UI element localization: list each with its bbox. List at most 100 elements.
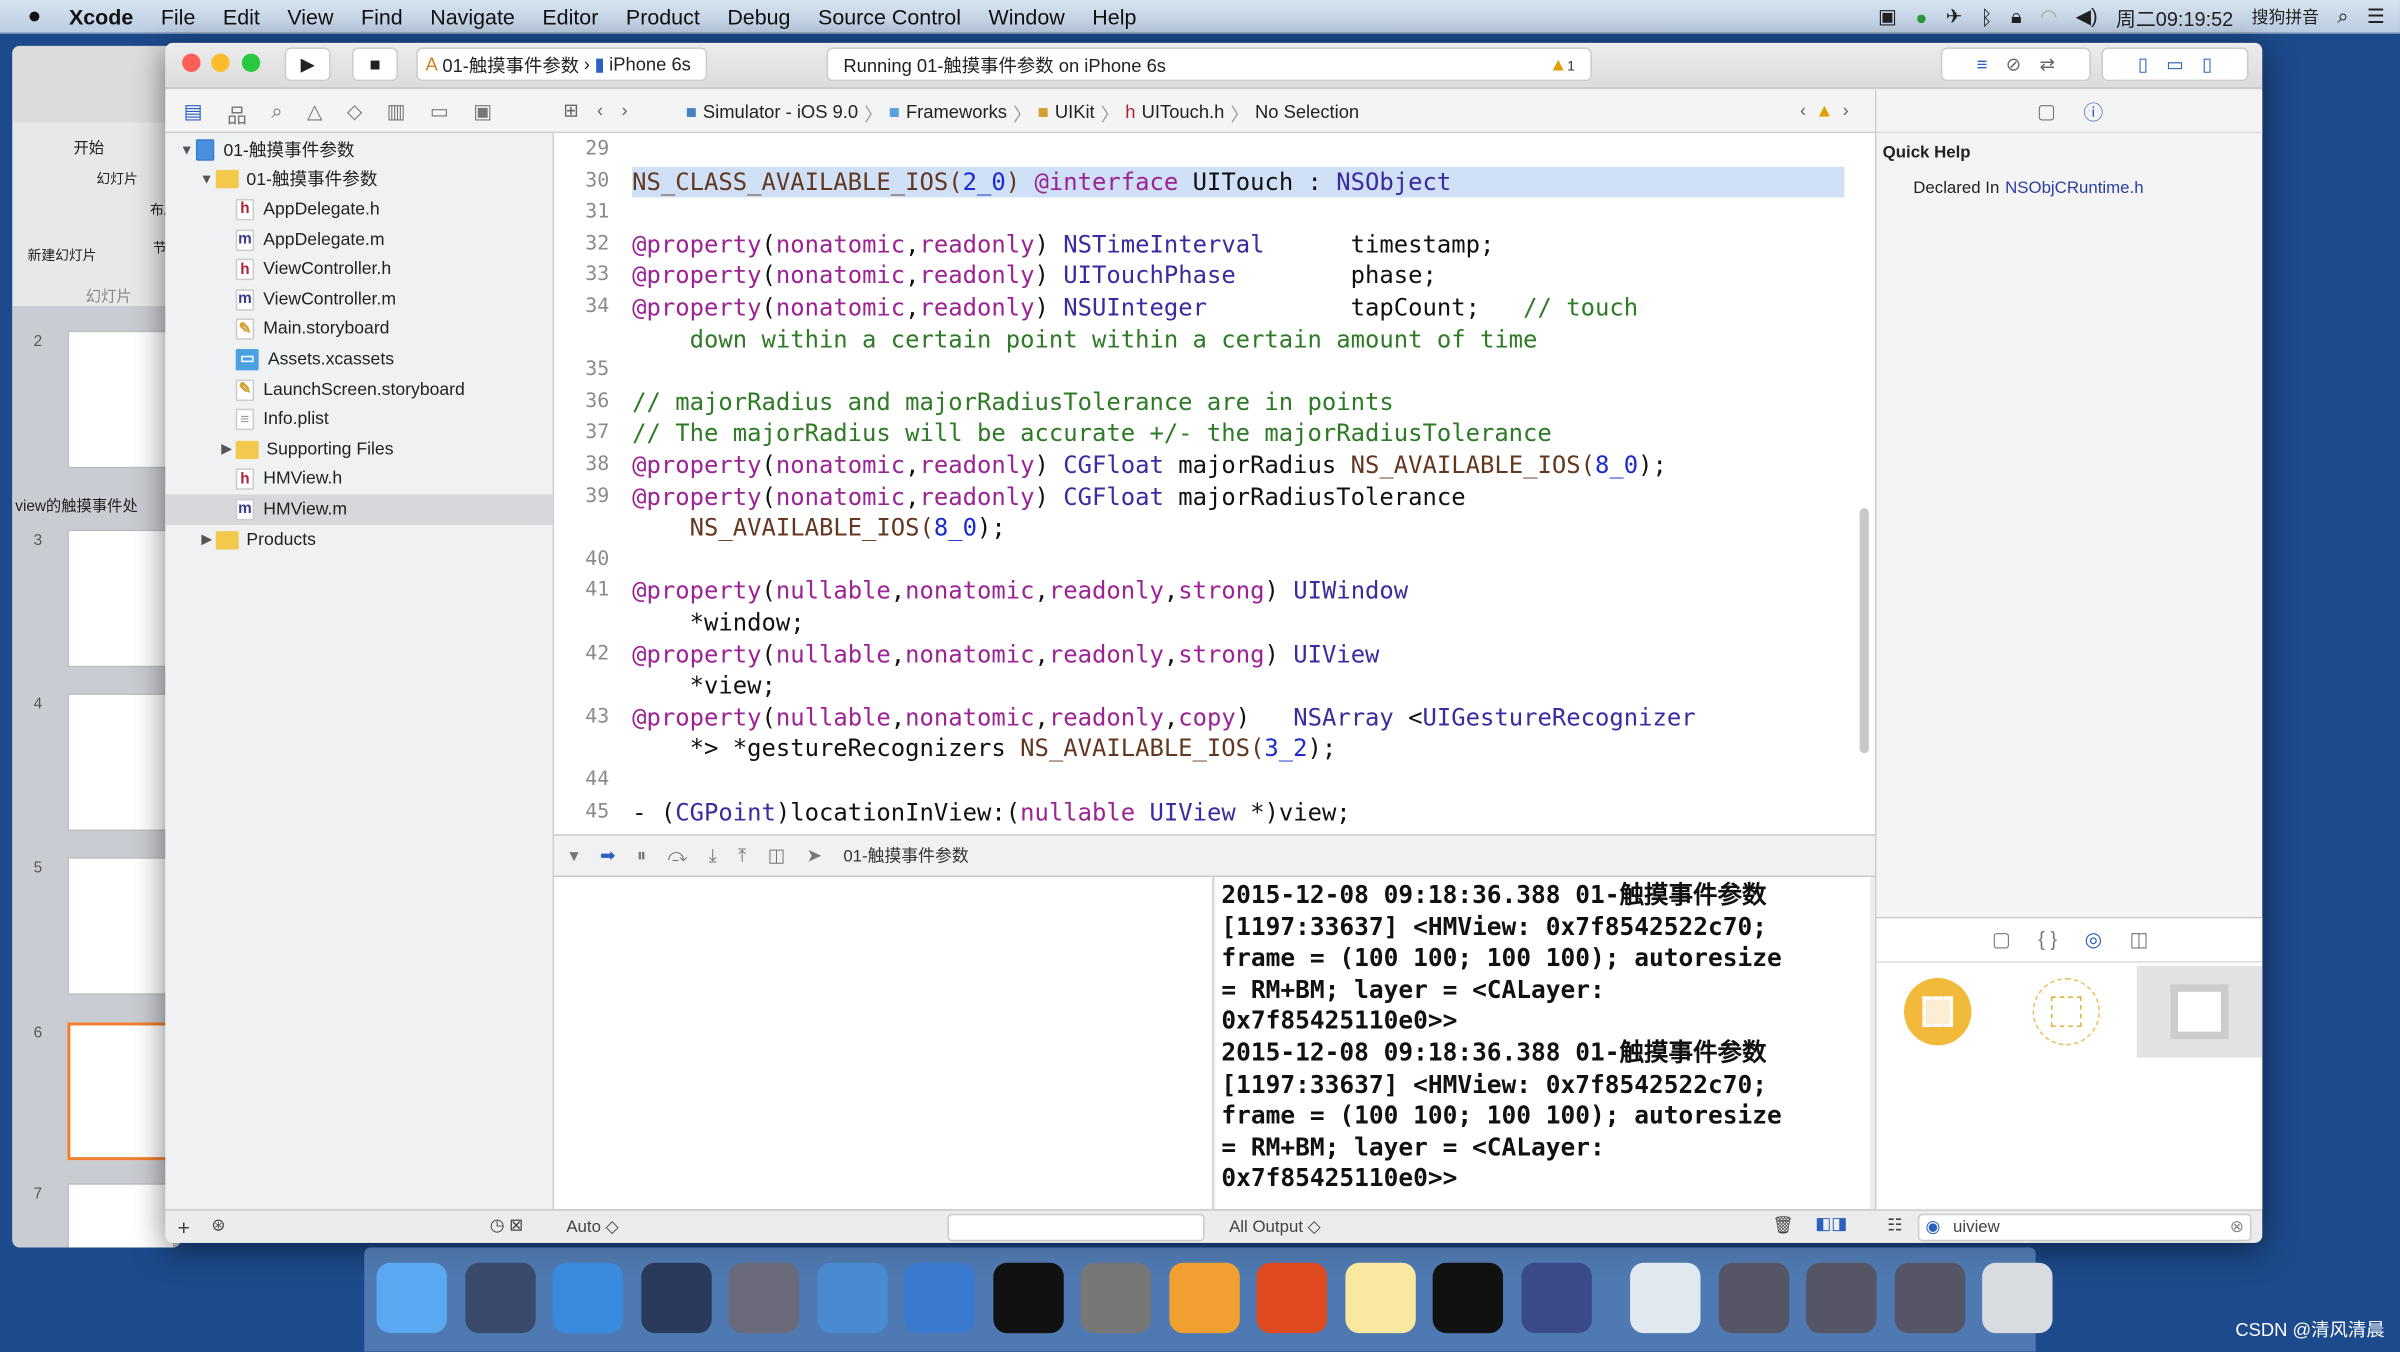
navigator-item[interactable]: m HMView.m <box>165 494 553 525</box>
declared-in-link[interactable]: NSObjCRuntime.h <box>2005 179 2143 197</box>
code-line[interactable]: 41 @property(nullable,nonatomic,readonly,… <box>554 576 1875 639</box>
variables-view[interactable] <box>554 877 1214 1210</box>
code-line[interactable]: 32 @property(nonatomic,readonly) NSTimeIn… <box>554 229 1875 261</box>
zoom-button[interactable] <box>241 53 261 72</box>
variables-scope-select[interactable]: Auto ◇ <box>566 1217 618 1236</box>
code-line[interactable]: 38 @property(nonatomic,readonly) CGFloat … <box>554 450 1875 482</box>
stop-button[interactable]: ■ <box>352 47 398 82</box>
object-library-icon[interactable]: ◎ <box>2085 927 2102 951</box>
menu-debug[interactable]: Debug <box>714 4 805 28</box>
location-icon[interactable]: ➤ <box>806 845 821 866</box>
launchpad-icon[interactable] <box>464 1262 535 1334</box>
breadcrumb-item[interactable]: Frameworks <box>906 101 1007 127</box>
code-line[interactable]: 33 @property(nonatomic,readonly) UITouchP… <box>554 261 1875 293</box>
menu-navigate[interactable]: Navigate <box>416 4 528 28</box>
next-issue-icon[interactable]: › <box>1843 99 1849 120</box>
issue-navigator-icon[interactable]: △ <box>307 99 322 128</box>
code-line[interactable]: 40 <box>554 545 1875 577</box>
airplane-icon[interactable]: ✈ <box>1946 5 1963 29</box>
file-template-library-icon[interactable]: ▢ <box>1992 927 2011 951</box>
debug-navigator-icon[interactable]: ▥ <box>387 99 406 128</box>
ppt-slides-tab[interactable]: 幻灯片 <box>86 283 132 306</box>
hide-debug-area-icon[interactable]: ▾ <box>569 845 578 866</box>
ppt-new-slide[interactable]: 新建幻灯片 <box>28 245 97 265</box>
previous-issue-icon[interactable]: ‹ <box>1800 99 1806 120</box>
minimize-button[interactable] <box>211 53 230 72</box>
imovie-icon[interactable] <box>728 1262 799 1334</box>
notification-center-icon[interactable]: ☰ <box>2367 5 2385 29</box>
code-line[interactable]: 37 // The majorRadius will be accurate +/… <box>554 418 1875 450</box>
report-navigator-icon[interactable]: ▣ <box>473 99 492 128</box>
disclosure-open-icon[interactable]: ▼ <box>197 172 215 187</box>
warning-icon[interactable]: ▲ <box>1815 99 1833 120</box>
forward-icon[interactable]: › <box>622 99 628 120</box>
navigator-item[interactable]: ▼ 01-触摸事件参数 <box>165 165 552 195</box>
console-output-select[interactable]: All Output ◇ <box>1229 1217 1321 1236</box>
console-icon[interactable] <box>1432 1262 1504 1334</box>
quick-help-icon[interactable]: ⓘ <box>2083 96 2103 125</box>
slide-thumbnail[interactable] <box>67 693 175 832</box>
code-line[interactable]: 36 // majorRadius and majorRadiusToleranc… <box>554 387 1875 419</box>
variables-filter-input[interactable] <box>947 1213 1205 1242</box>
step-over-icon[interactable]: ⤼ <box>668 844 688 867</box>
screen3-icon[interactable] <box>1894 1262 1965 1334</box>
filter-icon[interactable]: ⊛ <box>211 1215 225 1235</box>
breadcrumb-item[interactable]: UIKit <box>1055 101 1095 127</box>
menu-editor[interactable]: Editor <box>529 4 613 28</box>
navigator-item[interactable]: m ViewController.m <box>165 285 552 315</box>
code-line[interactable]: 39 @property(nonatomic,readonly) CGFloat … <box>554 482 1875 545</box>
instruments-icon[interactable] <box>904 1262 975 1334</box>
split-console-icon[interactable]: ◧◨ <box>1815 1214 1847 1233</box>
slide-thumbnail[interactable] <box>67 1022 175 1161</box>
object-icon[interactable] <box>2032 978 2100 1046</box>
menu-view[interactable]: View <box>274 4 348 28</box>
media-library-icon[interactable]: ◫ <box>2130 927 2149 951</box>
apple-menu-icon[interactable]: ● <box>0 3 55 29</box>
navigator-item[interactable]: ▶ Supporting Files <box>165 435 552 465</box>
code-line[interactable]: 35 <box>554 355 1875 387</box>
view-debugger-icon[interactable]: ◫ <box>768 845 785 866</box>
screen1-icon[interactable] <box>1718 1262 1789 1334</box>
slide-thumbnail[interactable] <box>67 330 175 469</box>
warning-icon[interactable]: ▲1 <box>1549 54 1575 75</box>
ppt-tab-home[interactable]: 开始 <box>73 135 104 158</box>
view-controller-object-icon[interactable] <box>1904 978 1972 1046</box>
menu-edit[interactable]: Edit <box>209 4 273 28</box>
pause-icon[interactable]: ⏸︎ <box>637 844 646 867</box>
screen2-icon[interactable] <box>1806 1262 1877 1334</box>
breakpoints-toggle-icon[interactable]: ➡ <box>600 845 615 866</box>
slide-thumbnail[interactable] <box>67 529 175 668</box>
menu-file[interactable]: File <box>147 4 209 28</box>
navigator-item[interactable]: ▭ Assets.xcassets <box>165 345 552 375</box>
code-line[interactable]: 30 NS_CLASS_AVAILABLE_IOS(2_0) @interface… <box>554 166 1875 198</box>
powerpoint-icon[interactable] <box>1256 1262 1328 1334</box>
breadcrumb-item[interactable]: Simulator - iOS 9.0 <box>703 101 858 127</box>
preview-icon[interactable] <box>1630 1262 1701 1334</box>
menu-find[interactable]: Find <box>347 4 416 28</box>
back-icon[interactable]: ‹ <box>597 99 603 120</box>
code-line[interactable]: 42 @property(nullable,nonatomic,readonly,… <box>554 639 1875 702</box>
close-button[interactable] <box>182 53 201 72</box>
slide-thumbnail[interactable] <box>67 1183 175 1248</box>
menu-source-control[interactable]: Source Control <box>804 4 974 28</box>
navigator-item[interactable]: h HMView.h <box>165 465 552 495</box>
utilities-toggle-icon[interactable]: ▯ <box>2202 54 2212 75</box>
ppt-section-name[interactable]: view的触摸事件处 <box>15 493 137 516</box>
menu-product[interactable]: Product <box>612 4 713 28</box>
menu-help[interactable]: Help <box>1079 4 1151 28</box>
bluetooth-icon[interactable]: ᛒ <box>1981 5 1993 28</box>
spotlight-icon[interactable]: ⌕ <box>2337 5 2348 29</box>
trash-icon[interactable]: 🗑︎ <box>1772 1215 1793 1235</box>
mouse-app-icon[interactable] <box>640 1262 711 1334</box>
recent-files-icon[interactable]: ◷ ⊠ <box>490 1215 523 1235</box>
breadcrumb-item[interactable]: No Selection <box>1255 101 1359 127</box>
source-editor[interactable]: 29 30 NS_CLASS_AVAILABLE_IOS(2_0) @interfa… <box>554 133 1875 835</box>
breakpoint-navigator-icon[interactable]: ▭ <box>430 99 449 128</box>
related-items-icon[interactable]: ⊞ <box>563 99 578 120</box>
standard-editor-icon[interactable]: ≡ <box>1977 54 1988 75</box>
wifi-icon[interactable]: ◠ <box>2040 5 2057 29</box>
slide-thumbnail[interactable] <box>67 857 175 995</box>
clear-search-icon[interactable]: ⊗ <box>2230 1215 2244 1239</box>
finder-icon[interactable] <box>376 1262 447 1334</box>
scheme-selector[interactable]: A 01-触摸事件参数 › ▮ iPhone 6s <box>416 47 708 82</box>
